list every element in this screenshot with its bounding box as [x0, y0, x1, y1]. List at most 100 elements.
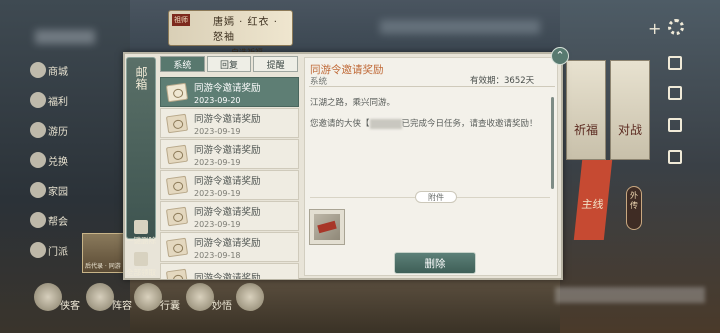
mail-item-date: 2023-09-19 — [194, 219, 241, 229]
mail-list-item[interactable]: 同游令邀请奖励 — [160, 263, 299, 279]
mail-list-item[interactable]: 同游令邀请奖励 2023-09-19 — [160, 170, 299, 200]
menu-sect[interactable]: 门派 — [30, 235, 72, 265]
main-quest-label: 主线 — [580, 198, 605, 211]
pray-pillar[interactable]: 祈福 — [566, 60, 606, 160]
mail-item-title: 同游令邀请奖励 — [194, 113, 261, 125]
guild-icon — [30, 212, 46, 228]
gear-icon[interactable] — [668, 19, 684, 35]
checklist-icon[interactable] — [668, 150, 682, 164]
chat-bar[interactable] — [555, 287, 705, 303]
envelope-icon — [165, 82, 189, 102]
mail-item-date: 2023-09-19 — [194, 126, 241, 136]
exchange-icon — [30, 152, 46, 168]
hero-icon[interactable] — [34, 283, 62, 311]
mail-item-date: 2023-09-18 — [194, 250, 241, 260]
menu-home[interactable]: 家园 — [30, 175, 72, 205]
formation-label: 阵容 — [112, 301, 132, 312]
banner-tag: 祖师 — [172, 14, 190, 26]
mail-list-item[interactable]: 同游令邀请奖励 2023-09-19 — [160, 108, 299, 138]
insight-icon[interactable] — [186, 283, 214, 311]
mail-item-title: 同游令邀请奖励 — [194, 273, 261, 279]
mail-list[interactable]: 同游令邀请奖励 2023-09-20 同游令邀请奖励 2023-09-19 同游令邀… — [160, 77, 299, 279]
home-icon — [30, 182, 46, 198]
side-story-label: 外传 — [630, 191, 638, 210]
envelope-icon — [165, 175, 189, 195]
mail-item-title: 同游令邀请奖励 — [194, 237, 261, 249]
formation-icon[interactable] — [86, 283, 114, 311]
menu-guild[interactable]: 帮会 — [30, 205, 72, 235]
mail-tabs: 系统 回复 提醒 — [160, 56, 299, 74]
close-icon[interactable]: ⌃ — [551, 47, 569, 65]
menu-label: 门派 — [48, 246, 68, 258]
sect-icon — [30, 242, 46, 258]
envelope-icon — [165, 237, 189, 257]
gift-icon — [134, 252, 148, 266]
envelope-icon — [165, 268, 189, 279]
banner-title: 唐嫣 · 红衣 · 怒袖 — [213, 17, 278, 43]
shop-bag-icon[interactable] — [668, 56, 682, 70]
menu-travel[interactable]: 游历 — [30, 115, 72, 145]
trash-icon — [134, 220, 148, 234]
mail-list-item[interactable]: 同游令邀请奖励 2023-09-19 — [160, 139, 299, 169]
menu-label: 游历 — [48, 126, 68, 138]
event-banner[interactable]: 祖师 唐嫣 · 红衣 · 怒袖 自选祈福 — [168, 10, 293, 57]
invitation-token-icon — [314, 214, 340, 240]
mail-list-item[interactable]: 同游令邀请奖励 2023-09-19 — [160, 201, 299, 231]
left-side-menu: 商城 福利 游历 兑换 家园 帮会 门派 — [30, 55, 72, 265]
menu-shop[interactable]: 商城 — [30, 55, 72, 85]
attachment-item[interactable] — [309, 209, 345, 245]
claim-all-label: 全部领取 — [126, 268, 156, 277]
hero-label: 侠客 — [60, 301, 80, 312]
menu-label: 家园 — [48, 186, 68, 198]
mail-detail-expiry: 有效期：3652天 — [470, 76, 535, 86]
mailbox-title-tab: 邮箱 — [126, 57, 156, 239]
shop-icon — [30, 62, 46, 78]
mail-item-title: 同游令邀请奖励 — [194, 206, 261, 218]
claim-all-button[interactable]: 全部领取 — [124, 252, 158, 278]
mailbox-title: 邮箱 — [134, 66, 148, 90]
body-suffix: 已完成今日任务，请查收邀请奖励！ — [401, 119, 538, 129]
welfare-icon — [30, 92, 46, 108]
envelope-icon — [165, 206, 189, 226]
divider — [309, 86, 555, 87]
detail-scrollbar[interactable] — [551, 97, 554, 189]
tab-system[interactable]: 系统 — [160, 56, 205, 72]
mail-body-line1: 江湖之路，乘兴同游。 — [310, 98, 396, 108]
scroll-icon[interactable] — [668, 86, 682, 100]
mail-item-title: 同游令邀请奖励 — [194, 82, 261, 94]
companion-card[interactable]: 后代录 · 同游 — [82, 233, 126, 273]
mail-item-date: 2023-09-19 — [194, 188, 241, 198]
menu-welfare[interactable]: 福利 — [30, 85, 72, 115]
tab-reminder[interactable]: 提醒 — [253, 56, 299, 72]
extra-icon[interactable] — [236, 283, 264, 311]
bulk-delete-button[interactable]: 一键删除 — [124, 220, 158, 246]
blurred-resource-bar — [380, 20, 540, 34]
menu-label: 兑换 — [48, 156, 68, 168]
attachments-label: 附件 — [415, 191, 457, 203]
mail-item-date: 2023-09-20 — [194, 95, 241, 105]
mail-item-title: 同游令邀请奖励 — [194, 144, 261, 156]
blurred-status-area — [35, 30, 95, 44]
bag-label: 行囊 — [160, 301, 180, 312]
mail-list-item[interactable]: 同游令邀请奖励 2023-09-20 — [160, 77, 299, 107]
plus-icon[interactable]: + — [648, 19, 661, 38]
menu-label: 福利 — [48, 96, 68, 108]
calendar-icon[interactable] — [668, 118, 682, 132]
menu-label: 帮会 — [48, 216, 68, 228]
side-story-button[interactable]: 外传 — [626, 186, 642, 230]
insight-label: 妙悟 — [212, 301, 232, 312]
bulk-delete-label: 一键删除 — [126, 236, 156, 245]
mail-body-line2: 您邀请的大侠【 已完成今日任务，请查收邀请奖励！ — [310, 118, 548, 131]
bottom-bar: 侠客 阵容 行囊 妙悟 — [0, 283, 300, 333]
delete-button[interactable]: 删除 — [394, 252, 476, 274]
mail-list-item[interactable]: 同游令邀请奖励 2023-09-18 — [160, 232, 299, 262]
mail-item-date: 2023-09-19 — [194, 157, 241, 167]
menu-exchange[interactable]: 兑换 — [30, 145, 72, 175]
bag-icon[interactable] — [134, 283, 162, 311]
companion-card-label: 后代录 · 同游 — [85, 263, 121, 270]
battle-label: 对战 — [617, 123, 642, 137]
menu-label: 商城 — [48, 66, 68, 78]
tab-reply[interactable]: 回复 — [206, 56, 252, 72]
battle-pillar[interactable]: 对战 — [610, 60, 650, 160]
envelope-icon — [165, 144, 189, 164]
